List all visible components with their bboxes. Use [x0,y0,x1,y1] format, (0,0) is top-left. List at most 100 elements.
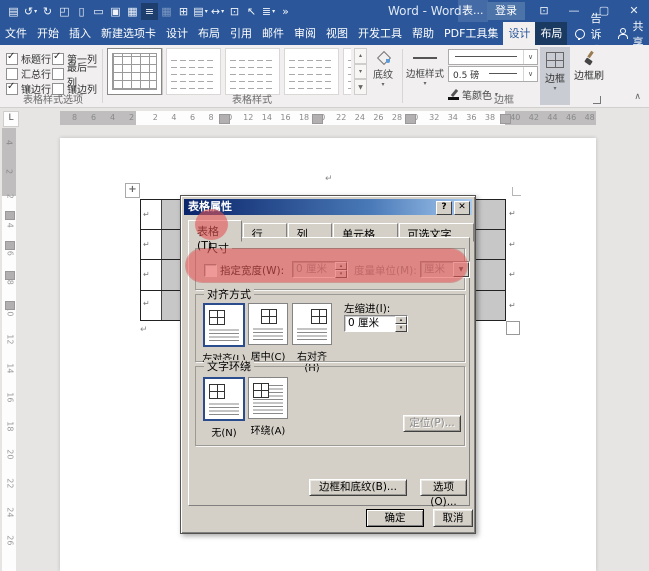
paste-table-icon[interactable]: ▦ [124,3,141,20]
table-style-plain-3[interactable] [284,48,339,95]
table-style-plain-2[interactable] [225,48,280,95]
table-move-handle[interactable]: + [125,183,140,198]
tab-table-layout[interactable]: 布局 [535,22,567,45]
new-document-icon[interactable]: ▯ [73,3,90,20]
dialog-titlebar[interactable]: 表格属性 ? ✕ [184,199,472,215]
align-left-option[interactable]: 左对齐(L) [202,303,246,365]
table-styles-gallery [107,48,351,95]
wrap-around-option[interactable]: 环绕(A) [246,377,290,437]
row-marker[interactable] [5,211,15,220]
share-button[interactable]: 共享 [609,22,649,45]
table-styles-group: ▴ ▾ ▼ 底纹 ▾ 表格样式 [104,45,400,107]
wrapping-option-label: 无(N) [202,424,246,439]
row-marker[interactable] [5,241,15,250]
wrapping-group-label: 文字环绕 [204,360,254,373]
text-wrapping-groupbox: 文字环绕 无(N) 环绕(A) 定位(P)... [195,366,465,446]
quick-access-toolbar: ▤↺↻◰▯▭▣▦≡▦⊞▤↔⊡↖≣» [5,0,294,22]
checkbox-header-row[interactable]: 标题行 [6,51,52,66]
cancel-button[interactable]: 取消 [433,509,473,527]
collapse-ribbon-icon[interactable]: ∧ [634,92,641,102]
tab-pdf-tools[interactable]: PDF工具集 [439,22,503,45]
tab-design[interactable]: 设计 [161,22,193,45]
paste-special-icon[interactable]: ▤ [192,3,209,20]
print-preview-icon[interactable]: ◰ [56,3,73,20]
spin-up-icon[interactable]: ▴ [395,316,407,324]
redo-icon[interactable]: ↻ [39,3,56,20]
ribbon-options-icon[interactable]: ⊡ [529,0,559,22]
table-style-plain-1[interactable] [166,48,221,95]
dialog-close-icon[interactable]: ✕ [454,201,470,215]
tab-new-custom[interactable]: 新建选项卡 [96,22,161,45]
sign-in-button[interactable]: 登录 [487,2,525,20]
chevron-down-icon: ▾ [406,80,444,87]
tab-stop-selector[interactable]: L [3,111,19,127]
line-style-dropdown[interactable]: ∨ [448,49,538,65]
tab-layout[interactable]: 布局 [193,22,225,45]
annotation-circle-table-tab [195,209,228,240]
table-style-plain-4[interactable] [343,48,351,95]
vertical-ruler[interactable]: 42 2468101214161820222426 [2,128,16,571]
ok-button[interactable]: 确定 [366,509,424,527]
open-folder-icon[interactable]: ▭ [90,3,107,20]
cursor-icon[interactable]: ↖ [243,3,260,20]
checkbox-total-row[interactable]: 汇总行 [6,66,52,81]
minimize-icon[interactable]: — [559,0,589,22]
ribbon: 标题行 第一列 汇总行 最后一列 镶边行 镶边列 表格样式选项 [0,45,649,108]
line-weight-sample-icon [489,73,517,74]
table-style-grid[interactable] [107,48,162,95]
wrap-none-option[interactable]: 无(N) [202,377,246,439]
borders-group: 边框样式 ▾ ∨ 0.5 磅 ∨ 笔颜色 ▾ 边框 ▾ [404,45,604,107]
dialog-help-icon[interactable]: ? [436,201,452,215]
tell-me-button[interactable]: 告诉我 [567,22,609,45]
column-marker[interactable] [405,114,416,124]
tab-view[interactable]: 视图 [321,22,353,45]
options-button[interactable]: 选项(O)... [420,479,467,496]
select-objects-icon[interactable]: ⊡ [226,3,243,20]
table-properties-dialog: 表格属性 ? ✕ 表格(T)行(R)列(U)单元格(E)可选文字(A) 尺寸 指… [180,195,476,534]
tab-file[interactable]: 文件 [0,22,32,45]
align-right-option[interactable]: 右对齐(H) [290,303,334,374]
tab-review[interactable]: 审阅 [289,22,321,45]
shading-label: 底纹 [368,66,398,81]
more-commands-icon[interactable]: » [277,3,294,20]
wrapping-preview-icon [203,377,245,421]
tab-table-design[interactable]: 设计 [503,22,535,45]
column-marker[interactable] [219,114,230,124]
indent-spinner[interactable]: 0 厘米 ▴ ▾ [344,315,408,332]
tab-references[interactable]: 引用 [225,22,257,45]
paste-icon[interactable]: ▣ [107,3,124,20]
column-width-icon[interactable]: ↔ [209,3,226,20]
paint-bucket-icon [377,52,389,63]
border-painter-label: 边框刷 [574,67,604,82]
table-resize-handle[interactable] [506,321,520,335]
save-icon[interactable]: ▤ [5,3,22,20]
row-marker[interactable] [5,301,15,310]
alignment-preview-icon [292,303,332,345]
group-label-style-options: 表格样式选项 [4,91,102,106]
checkbox-last-column[interactable]: 最后一列 [52,66,104,81]
align-center-option[interactable]: 居中(C) [246,303,290,363]
tab-help[interactable]: 帮助 [407,22,439,45]
dropdown-arrow-icon[interactable]: ∨ [523,67,537,81]
spin-down-icon[interactable]: ▾ [395,324,407,332]
list-styles-icon[interactable]: ≣ [260,3,277,20]
column-marker[interactable] [312,114,323,124]
gallery-scroll-down-icon[interactable]: ▾ [354,64,367,80]
table-tool-disabled-icon[interactable]: ▦ [158,3,175,20]
dropdown-arrow-icon[interactable]: ∨ [523,50,537,64]
undo-icon[interactable]: ↺ [22,3,39,20]
horizontal-ruler[interactable]: 8642 2468012141618022242628032343638 404… [60,111,596,125]
tab-home[interactable]: 开始 [32,22,64,45]
row-marker[interactable] [5,271,15,280]
checkbox-label: 汇总行 [21,66,51,81]
formatting-marks-icon[interactable]: ≡ [141,3,158,20]
tab-insert[interactable]: 插入 [64,22,96,45]
gallery-scroll-up-icon[interactable]: ▴ [354,48,367,64]
line-weight-dropdown[interactable]: 0.5 磅 ∨ [448,66,538,82]
view-columns-icon[interactable]: ⊞ [175,3,192,20]
tab-developer[interactable]: 开发工具 [353,22,407,45]
tab-mailings[interactable]: 邮件 [257,22,289,45]
column-marker[interactable] [500,114,511,124]
borders-and-shading-button[interactable]: 边框和底纹(B)... [309,479,407,496]
dialog-launcher-icon[interactable] [593,96,601,104]
